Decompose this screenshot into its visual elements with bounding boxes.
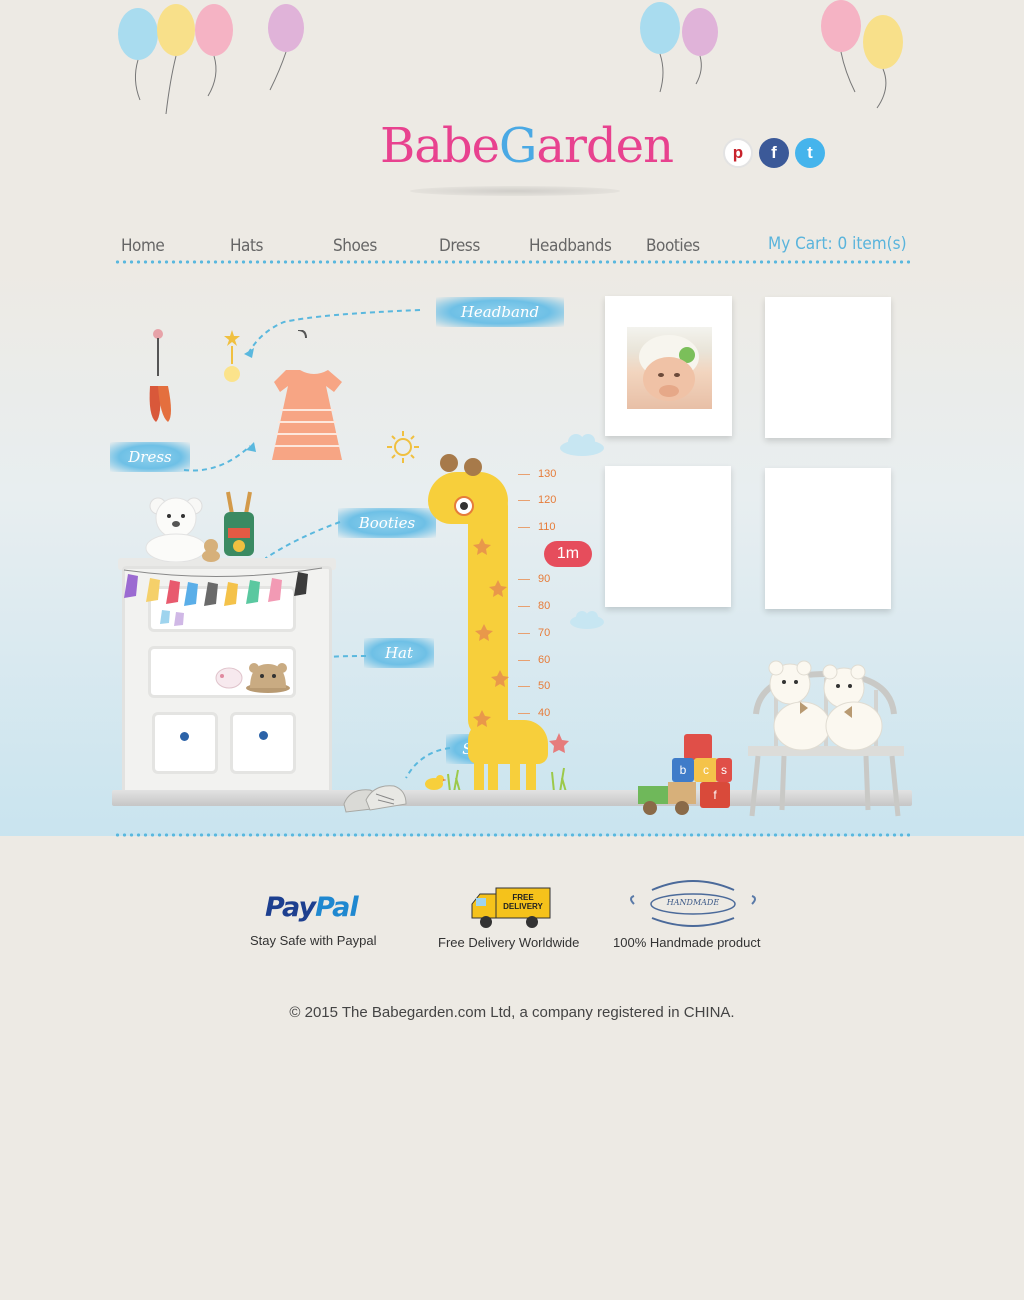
logo-shadow [410, 186, 620, 196]
nav-divider [114, 259, 910, 265]
balloons-middle [640, 2, 718, 93]
ruler-tick [518, 500, 530, 501]
toy-rabbit-icon [224, 491, 254, 556]
nav-shoes[interactable]: Shoes [333, 236, 377, 256]
twitter-icon[interactable]: t [795, 138, 825, 168]
cabinet-drawer[interactable] [152, 712, 218, 774]
ruler-label-70: 70 [538, 627, 551, 639]
star-icon [549, 733, 569, 753]
logo-text-g: G [499, 118, 537, 174]
nav-dress[interactable]: Dress [439, 236, 480, 256]
ruler-tick [518, 713, 530, 714]
nav-headbands[interactable]: Headbands [529, 236, 612, 256]
baby-image [639, 335, 699, 401]
paypal-logo-pay: Pay [265, 892, 316, 923]
photo-frame[interactable] [765, 297, 891, 438]
balloon-icon [640, 2, 718, 93]
cart-link[interactable]: My Cart: 0 item(s) [768, 234, 907, 254]
giraffe-ear [464, 458, 482, 476]
piggy-bank-icon [215, 667, 243, 689]
ruler-tick [518, 633, 530, 634]
ruler-tick [518, 606, 530, 607]
giraffe-eye-icon [454, 496, 474, 516]
ruler-tick [518, 660, 530, 661]
copyright: © 2015 The Babegarden.com Ltd, a company… [289, 1004, 735, 1021]
baby-shoes-icon[interactable] [340, 782, 410, 818]
nav-hats[interactable]: Hats [230, 236, 264, 256]
paypal-logo-pal: Pal [315, 892, 359, 923]
ruler-tick [518, 579, 530, 580]
toy-block-s: s [716, 758, 732, 782]
paypal-logo[interactable]: PayPal [265, 892, 359, 923]
arrow-headband [244, 309, 421, 358]
free-delivery-badge-line2: DELIVERY [503, 902, 543, 911]
ruler-label-60: 60 [538, 654, 551, 666]
ruler-label-110: 110 [538, 521, 556, 533]
cart-count: 0 item(s) [837, 234, 907, 254]
grass-icon [447, 767, 567, 793]
drawer-knob [259, 731, 268, 740]
delivery-caption: Free Delivery Worldwide [438, 935, 580, 950]
drawer-knob [180, 732, 189, 741]
baby-photo[interactable] [627, 327, 712, 409]
balloons-right [821, 0, 903, 109]
nav-booties[interactable]: Booties [646, 236, 700, 256]
free-delivery-badge: FREE DELIVERY [500, 893, 546, 911]
cloud-icon [560, 434, 604, 456]
handmade-badge: HANDMADE [666, 898, 720, 907]
photo-frame[interactable] [605, 466, 731, 607]
tag-booties[interactable]: Booties [338, 508, 436, 538]
bear-hat-icon [246, 663, 290, 693]
logo-text-babe: Babe [380, 118, 500, 174]
hero-bottom-divider [114, 832, 910, 838]
balloon-icon [821, 0, 903, 109]
ruler-label-50: 50 [538, 680, 551, 692]
ruler-tick [518, 686, 530, 687]
ruler-label-40: 40 [538, 707, 551, 719]
logo-text-arden: arden [536, 118, 674, 174]
ruler-label-90: 90 [538, 573, 551, 585]
free-delivery-badge-line1: FREE [512, 893, 534, 902]
tag-hat[interactable]: Hat [364, 638, 434, 668]
handmade-caption: 100% Handmade product [613, 935, 761, 950]
booties-hanging[interactable] [140, 326, 180, 426]
ruler-tick [518, 474, 530, 475]
balloons-left [118, 4, 304, 115]
arrow-dress [183, 442, 256, 472]
sun-icon [387, 431, 419, 463]
toy-block-f: f [700, 782, 730, 808]
bird-icon [425, 775, 446, 790]
nav-home[interactable]: Home [121, 236, 165, 256]
chair-with-bears [748, 660, 904, 817]
height-badge: 1m [544, 541, 592, 567]
socks-garland[interactable] [122, 562, 324, 626]
cart-label: My Cart: [768, 234, 833, 254]
facebook-icon[interactable]: f [759, 138, 789, 168]
ruler-label-80: 80 [538, 600, 551, 612]
toy-block [684, 734, 712, 760]
ruler-tick [518, 527, 530, 528]
cabinet-drawer[interactable] [230, 712, 296, 774]
ruler-label-120: 120 [538, 494, 557, 506]
ruler-label-130: 130 [538, 468, 557, 480]
toy-truck-icon [638, 782, 696, 815]
giraffe-spots [473, 538, 509, 727]
tag-dress[interactable]: Dress [110, 442, 190, 472]
balloon-icon [118, 4, 304, 115]
paypal-caption: Stay Safe with Paypal [250, 933, 377, 948]
small-bear-icon [202, 539, 220, 562]
pinterest-icon[interactable]: p [723, 138, 753, 168]
tag-headband[interactable]: Headband [436, 297, 564, 327]
cloud-icon [570, 611, 604, 629]
site-logo[interactable]: BabeGarden [380, 118, 674, 174]
photo-frame[interactable] [765, 468, 891, 609]
giraffe-ear [440, 454, 458, 472]
